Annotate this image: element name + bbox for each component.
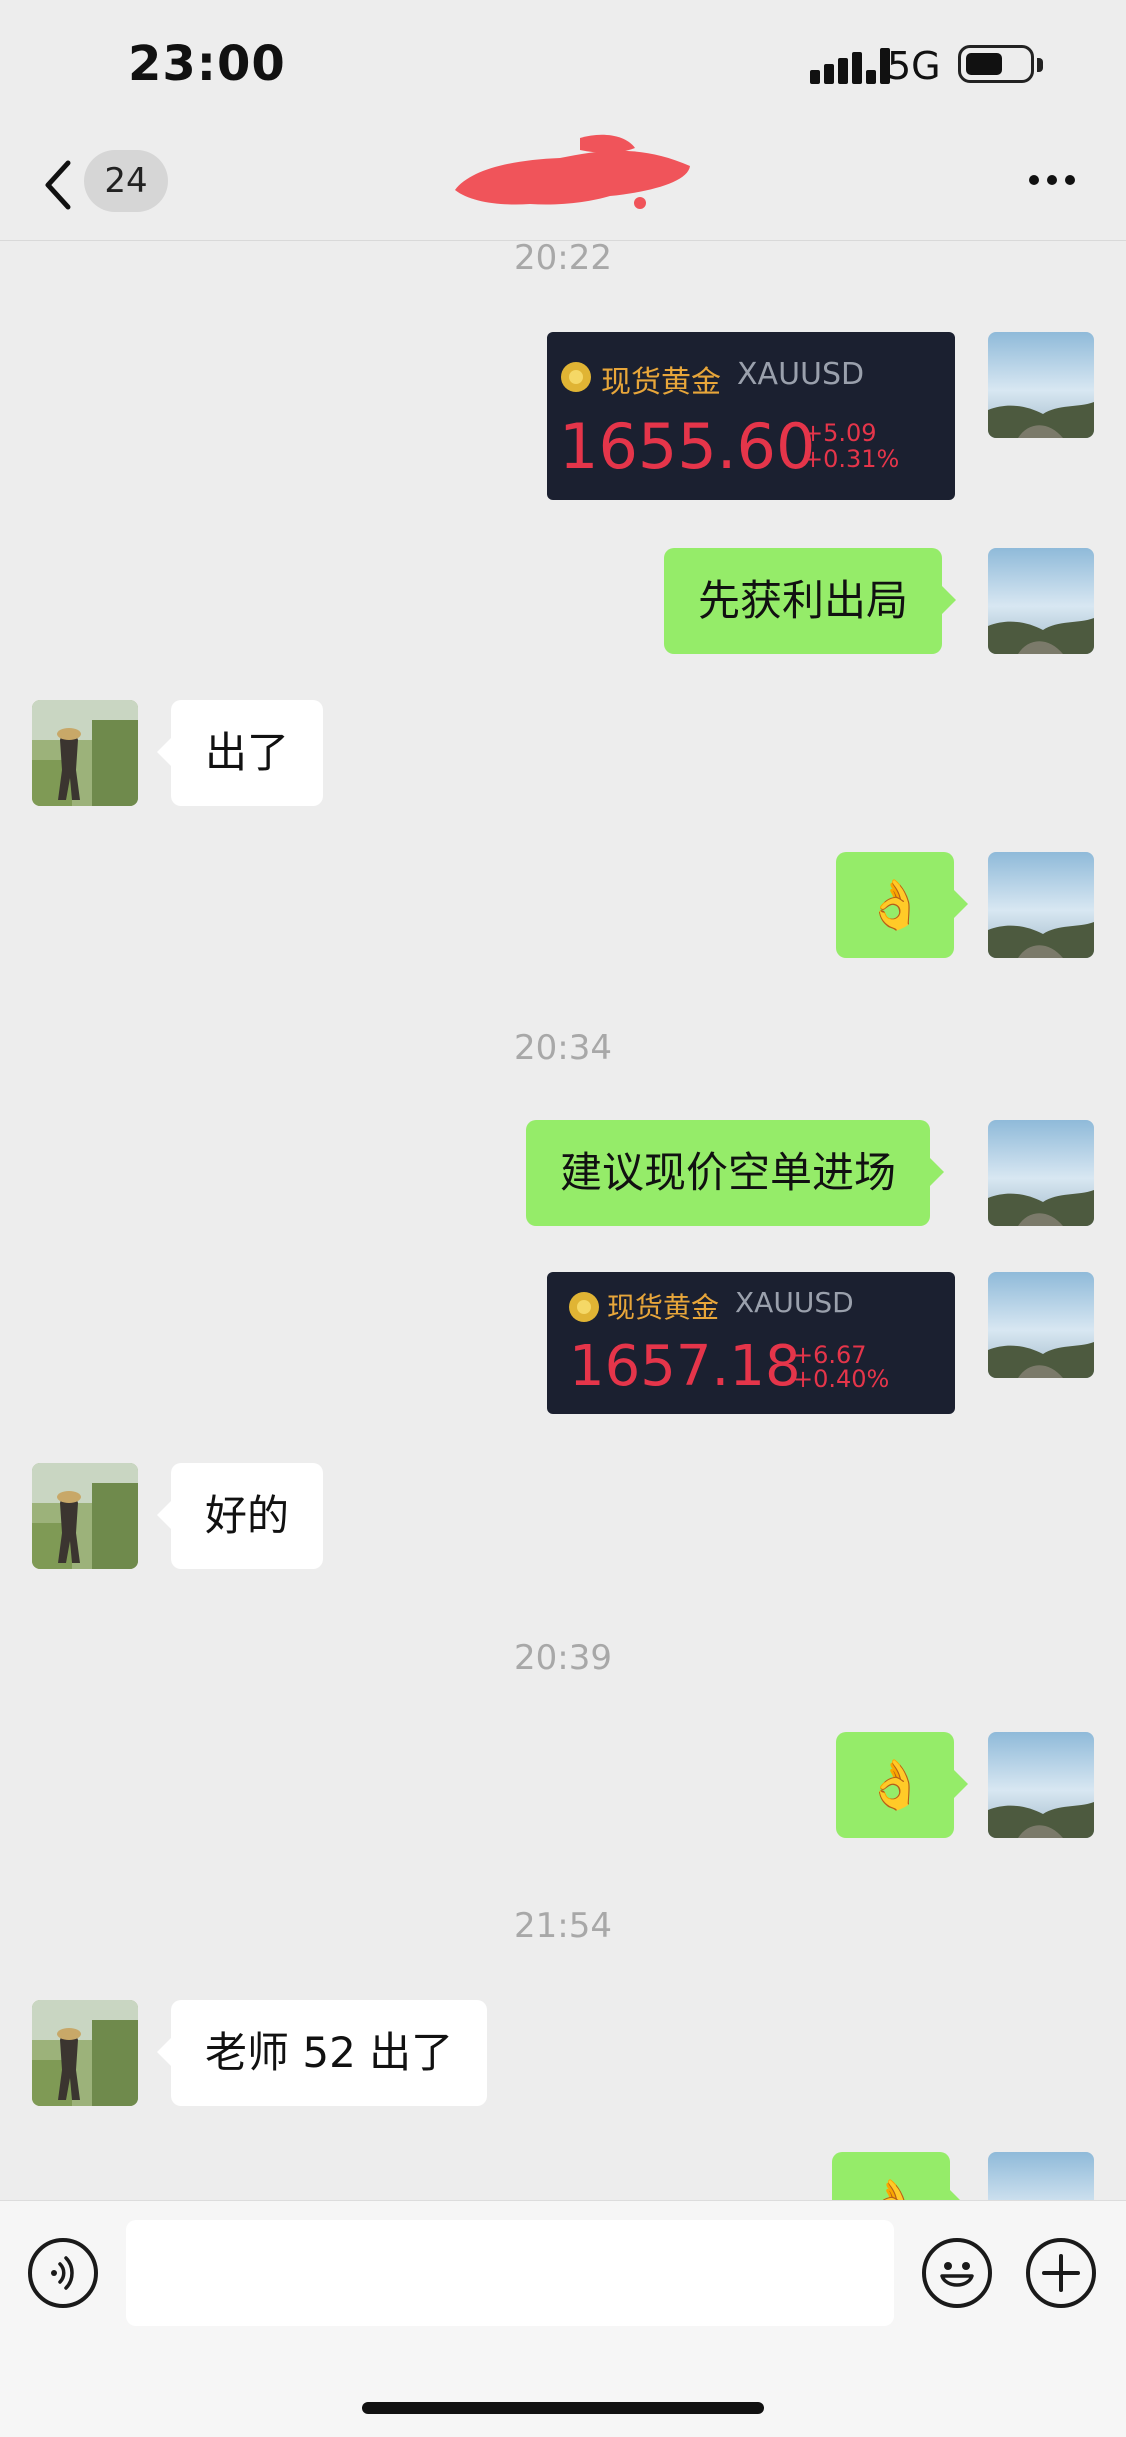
unread-count-badge[interactable]: 24 (84, 150, 168, 212)
my-message-bubble[interactable]: 先获利出局 (664, 548, 957, 654)
contact-message-bubble[interactable]: 老师 52 出了 (156, 2000, 488, 2106)
quote-card-image[interactable]: 现货黄金 XAUUSD 1655.60 +5.09 +0.31% (547, 332, 955, 500)
gold-coin-icon (569, 1292, 599, 1322)
quote-change-percent: +0.31% (803, 445, 900, 473)
battery-icon (958, 45, 1034, 83)
quote-title: 现货黄金 (601, 365, 721, 400)
timestamp: 21:54 (514, 1906, 612, 1946)
timestamp: 20:22 (514, 238, 612, 278)
my-message-bubble[interactable]: 👌 (836, 852, 968, 958)
contact-message-bubble[interactable]: 出了 (156, 700, 324, 806)
quote-symbol: XAUUSD (735, 1286, 854, 1319)
my-avatar[interactable] (988, 548, 1094, 654)
my-avatar[interactable] (988, 852, 1094, 958)
my-avatar[interactable] (988, 1272, 1094, 1378)
home-indicator[interactable] (362, 2402, 764, 2414)
chevron-left-icon[interactable] (40, 155, 80, 215)
my-avatar[interactable] (988, 1732, 1094, 1838)
message-input[interactable] (126, 2220, 894, 2326)
contact-message-bubble[interactable]: 好的 (156, 1463, 324, 1569)
battery-cap (1037, 58, 1043, 72)
quote-change: +5.09 (803, 419, 877, 447)
network-type: 5G (887, 44, 941, 88)
voice-input-icon[interactable] (28, 2238, 98, 2308)
my-avatar[interactable] (988, 332, 1094, 438)
contact-avatar[interactable] (32, 700, 138, 806)
emoji-icon[interactable] (922, 2238, 992, 2308)
more-dots-icon[interactable] (1026, 172, 1078, 188)
quote-symbol: XAUUSD (737, 357, 865, 392)
contact-avatar[interactable] (32, 1463, 138, 1569)
redacted-title-mark (455, 134, 690, 209)
plus-icon[interactable] (1026, 2238, 1096, 2308)
contact-avatar[interactable] (32, 2000, 138, 2106)
quote-change-percent: +0.40% (793, 1365, 890, 1393)
quote-card-image[interactable]: 现货黄金 XAUUSD 1657.18 +6.67 +0.40% (547, 1272, 955, 1414)
timestamp: 20:34 (514, 1028, 612, 1068)
my-avatar[interactable] (988, 1120, 1094, 1226)
my-message-bubble[interactable]: 👌 (836, 1732, 968, 1838)
status-time: 23:00 (128, 36, 286, 92)
quote-price: 1657.18 (569, 1334, 801, 1399)
gold-coin-icon (561, 362, 591, 392)
cellular-signal-icon (810, 48, 890, 84)
my-message-bubble[interactable]: 建议现价空单进场 (526, 1120, 945, 1226)
quote-title: 现货黄金 (607, 1291, 720, 1324)
quote-price: 1655.60 (559, 410, 816, 483)
timestamp: 20:39 (514, 1638, 612, 1678)
